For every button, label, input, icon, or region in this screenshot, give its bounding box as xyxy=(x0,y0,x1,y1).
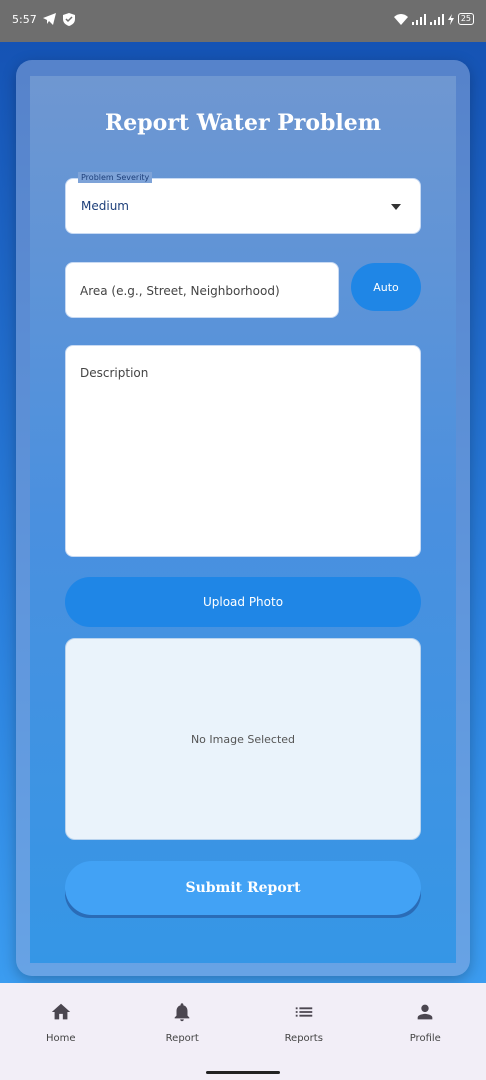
severity-label: Problem Severity xyxy=(78,172,153,183)
nav-item-home[interactable]: Home xyxy=(11,1001,111,1044)
severity-value: Medium xyxy=(81,199,129,213)
list-icon xyxy=(295,1007,312,1017)
status-bar: 5:57 25 xyxy=(0,0,486,42)
nav-label-reports: Reports xyxy=(284,1033,323,1044)
wifi-icon xyxy=(393,13,408,25)
gesture-handle[interactable] xyxy=(206,1071,280,1074)
nav-item-profile[interactable]: Profile xyxy=(375,1001,475,1044)
signal-icon xyxy=(411,13,426,25)
shield-icon xyxy=(62,12,75,26)
status-time: 5:57 xyxy=(12,12,37,26)
nav-item-reports[interactable]: Reports xyxy=(254,1001,354,1044)
bottom-navigation: Home Report Reports Profile xyxy=(0,983,486,1065)
area-input[interactable] xyxy=(80,281,330,301)
nav-label-home: Home xyxy=(45,1033,76,1044)
nav-label-report: Report xyxy=(165,1033,199,1044)
charging-icon xyxy=(447,13,454,25)
upload-photo-button[interactable]: Upload Photo xyxy=(65,577,421,627)
nav-label-profile: Profile xyxy=(409,1033,441,1044)
dropdown-arrow-icon[interactable] xyxy=(391,204,401,210)
bell-icon xyxy=(174,1003,190,1022)
telegram-icon xyxy=(42,13,56,25)
signal-icon-2 xyxy=(429,13,444,25)
battery-indicator: 25 xyxy=(457,13,474,25)
image-preview: No Image Selected xyxy=(65,638,421,840)
submit-report-button[interactable]: Submit Report xyxy=(65,861,421,915)
auto-location-button[interactable]: Auto xyxy=(351,263,421,311)
nav-item-report[interactable]: Report xyxy=(132,1001,232,1044)
home-icon xyxy=(51,1003,70,1020)
no-image-text: No Image Selected xyxy=(190,732,296,746)
description-input[interactable] xyxy=(80,366,410,546)
page-title: Report Water Problem xyxy=(104,110,382,136)
person-icon xyxy=(417,1004,433,1020)
